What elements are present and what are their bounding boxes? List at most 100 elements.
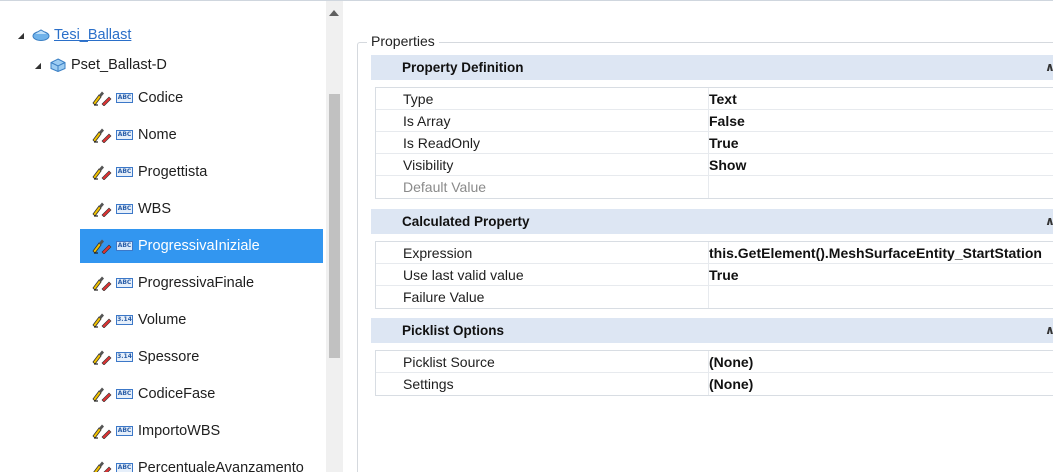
pencil-ruler-icon xyxy=(93,461,112,472)
property-row[interactable]: Default Value xyxy=(376,176,1053,198)
window: ◢ Tesi_Ballast ◢ Pset_Ballast-D ABC Codic… xyxy=(0,0,1053,472)
property-value[interactable]: (None) xyxy=(708,351,1053,372)
section-header[interactable]: Calculated Property ∧ xyxy=(371,209,1053,234)
properties-legend: Properties xyxy=(367,33,439,49)
property-name: Use last valid value xyxy=(403,266,524,283)
tree-property-item[interactable]: 3.14 Spessore xyxy=(80,340,323,374)
property-row[interactable]: Picklist Source (None) xyxy=(376,351,1053,373)
tree-property-label: PercentualeAvanzamento xyxy=(138,460,304,472)
section-title: Picklist Options xyxy=(402,323,505,338)
property-value[interactable]: True xyxy=(708,264,1053,285)
property-name: Settings xyxy=(403,376,454,392)
section-title: Calculated Property xyxy=(402,214,530,229)
tree-property-label: Codice xyxy=(138,90,184,106)
text-type-icon: ABC xyxy=(116,93,133,103)
pencil-ruler-icon xyxy=(92,239,112,254)
text-type-icon: ABC xyxy=(116,204,133,214)
property-value[interactable]: True xyxy=(708,132,1053,153)
pencil-ruler-icon xyxy=(92,128,112,143)
tree-property-label: ImportoWBS xyxy=(138,423,221,439)
property-name: Is Array xyxy=(403,112,451,129)
tree-property-label: WBS xyxy=(138,201,172,217)
property-name: Picklist Source xyxy=(403,353,495,370)
property-row[interactable]: Is ReadOnly True xyxy=(376,132,1053,154)
property-tree: ◢ Tesi_Ballast ◢ Pset_Ballast-D ABC Codic… xyxy=(0,1,343,472)
tree-property-item[interactable]: ABC ImportoWBS xyxy=(80,414,323,448)
property-row[interactable]: Type Text xyxy=(376,88,1053,110)
property-value[interactable]: Show xyxy=(708,154,1053,175)
number-type-icon: 3.14 xyxy=(116,352,133,362)
section-header[interactable]: Property Definition ∧ xyxy=(371,55,1053,80)
property-row[interactable]: Is Array False xyxy=(376,110,1053,132)
tree-property-label: Spessore xyxy=(138,349,200,365)
tree-node-pset[interactable]: ◢ Pset_Ballast-D xyxy=(33,55,167,75)
property-value[interactable]: Text xyxy=(708,88,1053,109)
text-type-icon: ABC xyxy=(116,463,133,472)
property-row[interactable]: Use last valid value True xyxy=(376,264,1053,286)
tree-property-item[interactable]: ABC Codice xyxy=(80,81,323,115)
pencil-ruler-icon xyxy=(92,202,112,217)
property-name: Expression xyxy=(403,244,473,261)
tree-property-label: Progettista xyxy=(138,164,208,180)
property-name: Type xyxy=(403,90,434,107)
chevron-up-icon[interactable]: ∧ xyxy=(1045,323,1053,337)
text-type-icon: ABC xyxy=(116,278,133,288)
pencil-ruler-icon xyxy=(92,313,112,328)
tree-pset-label: Pset_Ballast-D xyxy=(71,57,167,73)
tree-property-label: Volume xyxy=(138,312,187,328)
property-value[interactable]: this.GetElement().MeshSurfaceEntity_Star… xyxy=(708,242,1053,263)
tree-property-item[interactable]: ABC ProgressivaIniziale xyxy=(80,229,323,263)
text-type-icon: ABC xyxy=(116,167,133,177)
property-name: Visibility xyxy=(403,156,454,173)
property-grid: Type Text Is Array False Is ReadOnly True Visi… xyxy=(375,87,1053,199)
chevron-up-icon[interactable]: ∧ xyxy=(1045,60,1053,74)
property-grid: Expression this.GetElement().MeshSurfaceE… xyxy=(375,241,1053,309)
text-type-icon: ABC xyxy=(116,389,133,399)
property-row[interactable]: Visibility Show xyxy=(376,154,1053,176)
section-title: Property Definition xyxy=(402,60,524,75)
property-row[interactable]: Failure Value xyxy=(376,286,1053,308)
tree-property-item[interactable]: ABC Nome xyxy=(80,118,323,152)
tree-property-item[interactable]: ABC WBS xyxy=(80,192,323,226)
scrollbar-thumb[interactable] xyxy=(329,94,340,358)
property-name: Default Value xyxy=(403,179,487,195)
pencil-ruler-icon xyxy=(92,424,112,439)
cube-icon xyxy=(50,58,66,72)
expand-triangle-icon[interactable]: ◢ xyxy=(16,30,26,40)
property-name: Failure Value xyxy=(403,289,485,305)
pencil-ruler-icon xyxy=(92,276,112,291)
pencil-ruler-icon xyxy=(92,350,112,365)
property-value[interactable]: (None) xyxy=(708,373,1053,395)
tree-property-item[interactable]: ABC Progettista xyxy=(80,155,323,189)
library-icon xyxy=(32,29,50,41)
pencil-ruler-icon xyxy=(92,91,112,106)
tree-scrollbar[interactable] xyxy=(326,1,343,472)
property-grid: Picklist Source (None) Settings (None) xyxy=(375,350,1053,396)
property-row[interactable]: Settings (None) xyxy=(376,373,1053,395)
text-type-icon: ABC xyxy=(116,426,133,436)
property-row[interactable]: Expression this.GetElement().MeshSurfaceE… xyxy=(376,242,1053,264)
tree-property-item[interactable]: 3.14 Volume xyxy=(80,303,323,337)
tree-property-item[interactable]: ABC PercentualeAvanzamento xyxy=(80,451,323,472)
pencil-ruler-icon xyxy=(92,387,112,402)
chevron-up-icon[interactable]: ∧ xyxy=(1045,214,1053,228)
tree-property-item[interactable]: ABC CodiceFase xyxy=(80,377,323,411)
property-name: Is ReadOnly xyxy=(403,134,481,151)
tree-property-label: CodiceFase xyxy=(138,386,216,402)
scroll-up-arrow-icon[interactable] xyxy=(329,10,339,16)
number-type-icon: 3.14 xyxy=(116,315,133,325)
text-type-icon: ABC xyxy=(116,130,133,140)
tree-root-label: Tesi_Ballast xyxy=(54,27,132,43)
property-value[interactable] xyxy=(708,176,1053,198)
tree-node-root[interactable]: ◢ Tesi_Ballast xyxy=(16,25,131,45)
expand-triangle-icon[interactable]: ◢ xyxy=(33,60,43,70)
text-type-icon: ABC xyxy=(116,241,133,251)
tree-property-label: ProgressivaFinale xyxy=(138,275,255,291)
tree-property-label: Nome xyxy=(138,127,177,143)
tree-property-label: ProgressivaIniziale xyxy=(138,238,260,254)
tree-property-item[interactable]: ABC ProgressivaFinale xyxy=(80,266,323,300)
pencil-ruler-icon xyxy=(92,165,112,180)
section-header[interactable]: Picklist Options ∧ xyxy=(371,318,1053,343)
property-value[interactable] xyxy=(708,286,1053,308)
property-value[interactable]: False xyxy=(708,110,1053,131)
